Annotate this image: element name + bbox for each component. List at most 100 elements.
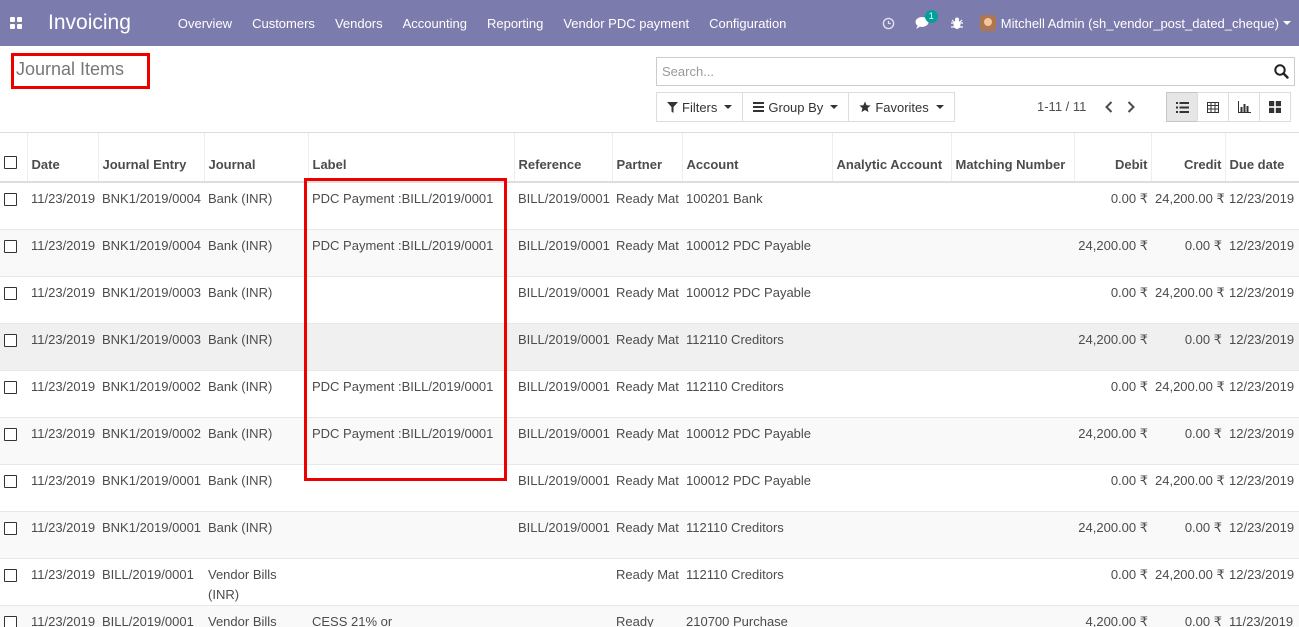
cell-account: 112110 Creditors (682, 510, 832, 558)
group-by-button[interactable]: Group By (742, 92, 850, 122)
cell-partner: Ready Mat (612, 275, 682, 323)
table-row[interactable]: 11/23/2019 BILL/2019/0001 Vendor Bills (IN… (0, 557, 1299, 605)
cell-journal-entry: BNK1/2019/0001 (98, 463, 204, 511)
cell-journal-entry: BILL/2019/0001 (98, 557, 204, 605)
cell-reference: BILL/2019/0001 (514, 463, 612, 511)
graph-view-icon[interactable] (1228, 92, 1260, 122)
col-due-date[interactable]: Due date (1225, 133, 1299, 183)
cell-reference: BILL/2019/0001 (514, 275, 612, 323)
col-journal[interactable]: Journal (204, 133, 309, 183)
table-row[interactable]: 11/23/2019 BNK1/2019/0002 Bank (INR) PDC Pa… (0, 416, 1299, 464)
cell-due-date: 12/23/2019 (1225, 275, 1299, 323)
list-view-icon[interactable] (1166, 92, 1198, 122)
col-credit[interactable]: Credit (1151, 133, 1226, 183)
search-bar (656, 57, 1295, 86)
cell-date: 11/23/2019 (27, 228, 98, 276)
cell-debit: 24,200.00 ₹ (1074, 228, 1151, 276)
cell-label: PDC Payment :BILL/2019/0001 (308, 369, 514, 417)
col-date[interactable]: Date (27, 133, 99, 183)
cell-debit: 24,200.00 ₹ (1074, 510, 1151, 558)
cell-account: 100012 PDC Payable (682, 416, 832, 464)
row-checkbox[interactable] (0, 557, 27, 605)
table-row[interactable]: 11/23/2019 BNK1/2019/0002 Bank (INR) PDC Pa… (0, 369, 1299, 417)
kanban-view-icon[interactable] (1259, 92, 1291, 122)
row-checkbox[interactable] (0, 322, 27, 370)
favorites-label: Favorites (875, 99, 929, 115)
col-account[interactable]: Account (682, 133, 833, 183)
col-debit[interactable]: Debit (1074, 133, 1152, 183)
search-icon[interactable] (1268, 58, 1294, 85)
col-reference[interactable]: Reference (514, 133, 613, 183)
activity-clock-icon[interactable] (872, 0, 906, 46)
select-all-checkbox[interactable] (0, 133, 28, 183)
cell-account: 112110 Creditors (682, 369, 832, 417)
row-checkbox[interactable] (0, 228, 27, 276)
menu-vendor-pdc-payment[interactable]: Vendor PDC payment (553, 16, 699, 31)
col-partner[interactable]: Partner (612, 133, 683, 183)
cell-journal: Vendor Bills (204, 604, 308, 627)
col-journal-entry[interactable]: Journal Entry (98, 133, 205, 183)
table-row[interactable]: 11/23/2019 BILL/2019/0001 Vendor Bills CESS… (0, 604, 1299, 627)
chat-icon[interactable]: 1 (906, 0, 940, 46)
chevron-right-icon[interactable] (1120, 96, 1142, 118)
cell-matching-number (951, 510, 1074, 558)
table-row[interactable]: 11/23/2019 BNK1/2019/0004 Bank (INR) PDC Pa… (0, 181, 1299, 229)
menu-vendors[interactable]: Vendors (325, 16, 393, 31)
pager-value[interactable]: 1-11 / 11 (1037, 99, 1086, 114)
menu-accounting[interactable]: Accounting (393, 16, 477, 31)
user-name: Mitchell Admin (sh_vendor_post_dated_che… (1000, 15, 1279, 31)
search-input[interactable] (657, 58, 1268, 85)
cell-date: 11/23/2019 (27, 557, 98, 605)
favorites-button[interactable]: Favorites (848, 92, 955, 122)
menu-customers[interactable]: Customers (242, 16, 325, 31)
apps-menu-icon[interactable] (1, 0, 31, 46)
cell-account: 112110 Creditors (682, 322, 832, 370)
cell-partner: Ready Mat (612, 463, 682, 511)
menu-overview[interactable]: Overview (168, 16, 242, 31)
table-row[interactable]: 11/23/2019 BNK1/2019/0001 Bank (INR) BILL/2… (0, 510, 1299, 558)
filters-button[interactable]: Filters (656, 92, 744, 122)
chevron-left-icon[interactable] (1098, 96, 1120, 118)
app-name[interactable]: Invoicing (48, 11, 131, 35)
row-checkbox[interactable] (0, 369, 27, 417)
cell-due-date: 12/23/2019 (1225, 369, 1299, 417)
menu-reporting[interactable]: Reporting (477, 16, 553, 31)
row-checkbox[interactable] (0, 510, 27, 558)
cell-journal: Bank (INR) (204, 416, 308, 464)
cell-account: 210700 Purchase (682, 604, 832, 627)
cell-account: 100012 PDC Payable (682, 463, 832, 511)
table-row[interactable]: 11/23/2019 BNK1/2019/0003 Bank (INR) BILL/2… (0, 275, 1299, 323)
cell-due-date: 12/23/2019 (1225, 228, 1299, 276)
col-label[interactable]: Label (308, 133, 515, 183)
col-matching-number[interactable]: Matching Number (951, 133, 1075, 183)
bars-icon (753, 102, 765, 112)
cell-journal-entry: BNK1/2019/0001 (98, 510, 204, 558)
user-menu[interactable]: Mitchell Admin (sh_vendor_post_dated_che… (979, 15, 1291, 31)
menu-configuration[interactable]: Configuration (699, 16, 796, 31)
col-analytic-account[interactable]: Analytic Account (832, 133, 952, 183)
table-row[interactable]: 11/23/2019 BNK1/2019/0004 Bank (INR) PDC Pa… (0, 228, 1299, 276)
cell-journal: Bank (INR) (204, 463, 308, 511)
cell-journal: Bank (INR) (204, 369, 308, 417)
cell-date: 11/23/2019 (27, 416, 98, 464)
cell-matching-number (951, 181, 1074, 229)
row-checkbox[interactable] (0, 604, 27, 627)
pivot-view-icon[interactable] (1197, 92, 1229, 122)
table-row[interactable]: 11/23/2019 BNK1/2019/0001 Bank (INR) BILL/2… (0, 463, 1299, 511)
cell-debit: 0.00 ₹ (1074, 181, 1151, 229)
cell-date: 11/23/2019 (27, 275, 98, 323)
cell-matching-number (951, 369, 1074, 417)
row-checkbox[interactable] (0, 463, 27, 511)
cell-label (308, 275, 514, 323)
cell-journal-entry: BNK1/2019/0002 (98, 416, 204, 464)
bug-icon[interactable] (940, 0, 974, 46)
row-checkbox[interactable] (0, 181, 27, 229)
table-row[interactable]: 11/23/2019 BNK1/2019/0003 Bank (INR) BILL/2… (0, 322, 1299, 370)
row-checkbox[interactable] (0, 275, 27, 323)
row-checkbox[interactable] (0, 416, 27, 464)
cell-label (308, 510, 514, 558)
search-options: Filters Group By Favorites (656, 92, 955, 122)
cell-analytic-account (832, 604, 951, 627)
cell-analytic-account (832, 228, 951, 276)
cell-account: 100012 PDC Payable (682, 275, 832, 323)
